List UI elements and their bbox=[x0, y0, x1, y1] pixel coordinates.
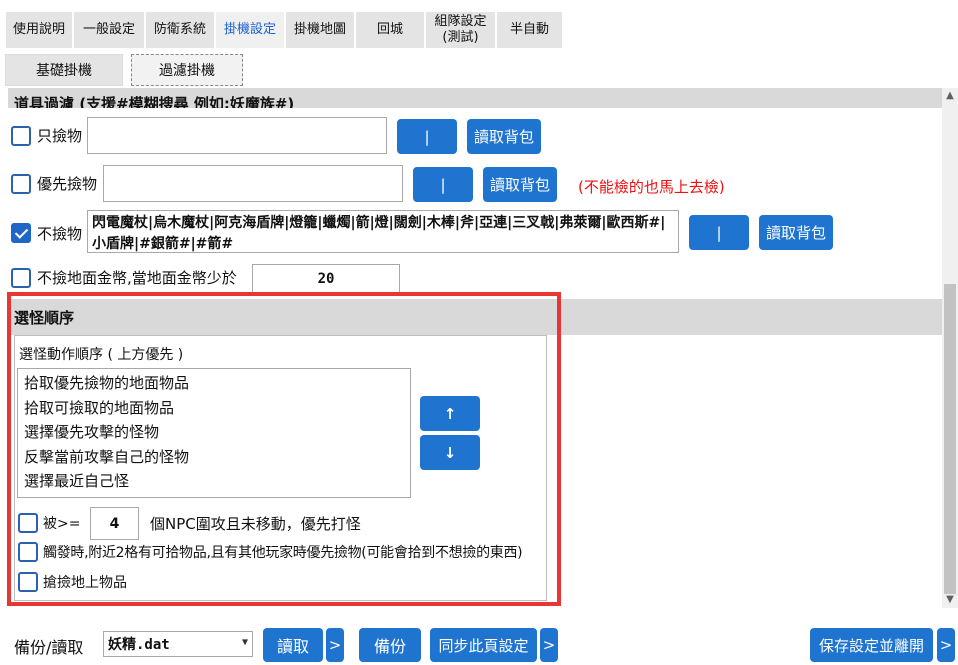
read-more-button[interactable]: > bbox=[326, 628, 344, 662]
subtab-filter-hangup[interactable]: 過濾掛機 bbox=[131, 54, 243, 86]
no-pick-label: 不撿物 bbox=[37, 225, 83, 243]
siege-priority-checkbox[interactable] bbox=[18, 513, 38, 533]
tab-hangup-settings[interactable]: 掛機設定 bbox=[216, 12, 285, 48]
no-gold-amount-input[interactable]: 20 bbox=[252, 264, 400, 294]
scroll-thumb[interactable] bbox=[944, 284, 956, 594]
tab-semi-auto[interactable]: 半自動 bbox=[497, 12, 563, 48]
settings-pane: 道具過濾 (支援#模糊搜尋 例如:妖魔族#) 只撿物 | 讀取背包 優先撿物 |… bbox=[0, 88, 958, 608]
backup-button[interactable]: 備份 bbox=[359, 628, 421, 662]
no-gold-label: 不撿地面金幣,當地面金幣少於 bbox=[37, 269, 237, 287]
config-file-select[interactable]: 妖精.dat ▼ bbox=[103, 631, 253, 657]
tab-return-town[interactable]: 回城 bbox=[356, 12, 425, 48]
siege-count-input[interactable]: 4 bbox=[90, 507, 139, 540]
tab-general[interactable]: 一般設定 bbox=[74, 12, 145, 48]
priority-pick-read-bag-button[interactable]: 讀取背包 bbox=[483, 167, 557, 202]
footer-bar: 備份/讀取 妖精.dat ▼ 讀取 > 備份 同步此頁設定 > 保存設定並離開 … bbox=[0, 618, 958, 665]
list-item[interactable]: 選擇最近自己怪 bbox=[24, 469, 404, 494]
list-item[interactable]: 拾取可撿取的地面物品 bbox=[24, 396, 404, 421]
no-pick-value: 閃電魔杖|烏木魔杖|阿克海盾牌|燈籠|蠟燭|箭|燈|闊劍|木棒|斧|亞連|三叉戟… bbox=[92, 215, 666, 252]
priority-pick-checkbox[interactable] bbox=[11, 174, 31, 194]
no-gold-checkbox[interactable] bbox=[11, 268, 31, 288]
subtab-basic-hangup[interactable]: 基礎掛機 bbox=[5, 54, 123, 86]
only-pick-checkbox[interactable] bbox=[11, 126, 31, 146]
save-more-button[interactable]: > bbox=[937, 628, 955, 662]
only-pick-separator-button[interactable]: | bbox=[397, 119, 457, 154]
grab-items-checkbox[interactable] bbox=[18, 572, 38, 592]
target-order-sublabel: 選怪動作順序 ( 上方優先 ) bbox=[19, 347, 184, 363]
sub-tab-bar: 基礎掛機 過濾掛機 bbox=[0, 50, 958, 88]
item-filter-header-text: 道具過濾 (支援#模糊搜尋 例如:妖魔族#) bbox=[14, 95, 295, 108]
trigger-pick-label: 觸發時,附近2格有可拾物品,且有其他玩家時優先撿物(可能會拾到不想撿的東西) bbox=[43, 545, 523, 561]
only-pick-read-bag-button[interactable]: 讀取背包 bbox=[467, 119, 541, 154]
priority-pick-separator-button[interactable]: | bbox=[413, 167, 473, 202]
trigger-pick-checkbox[interactable] bbox=[18, 542, 38, 562]
tab-usage[interactable]: 使用說明 bbox=[6, 12, 73, 48]
config-file-value: 妖精.dat bbox=[108, 637, 170, 653]
target-order-list[interactable]: 拾取優先撿物的地面物品 拾取可撿取的地面物品 選擇優先攻擊的怪物 反擊當前攻擊自… bbox=[17, 368, 411, 498]
item-filter-header: 道具過濾 (支援#模糊搜尋 例如:妖魔族#) bbox=[8, 88, 942, 108]
grab-items-label: 搶撿地上物品 bbox=[43, 575, 127, 591]
no-pick-input[interactable]: 閃電魔杖|烏木魔杖|阿克海盾牌|燈籠|蠟燭|箭|燈|闊劍|木棒|斧|亞連|三叉戟… bbox=[87, 210, 679, 253]
no-pick-read-bag-button[interactable]: 讀取背包 bbox=[759, 215, 833, 250]
move-up-button[interactable]: ↑ bbox=[420, 396, 480, 431]
vertical-scrollbar[interactable]: ▲ ▼ bbox=[942, 88, 958, 608]
siege-suffix-label: 個NPC圍攻且未移動，優先打怪 bbox=[150, 515, 361, 533]
siege-prefix-label: 被>= bbox=[43, 516, 81, 532]
no-pick-separator-button[interactable]: | bbox=[689, 215, 749, 250]
read-button[interactable]: 讀取 bbox=[263, 628, 323, 662]
scroll-up-icon[interactable]: ▲ bbox=[942, 88, 958, 104]
priority-pick-label: 優先撿物 bbox=[37, 175, 98, 193]
target-order-header: 選怪順序 bbox=[8, 299, 942, 335]
main-tab-bar: 使用說明 一般設定 防衛系統 掛機設定 掛機地圖 回城 組隊設定 (測試) 半自… bbox=[0, 0, 958, 50]
scroll-down-icon[interactable]: ▼ bbox=[942, 592, 958, 608]
list-item[interactable]: 選擇優先攻擊的怪物 bbox=[24, 420, 404, 445]
only-pick-label: 只撿物 bbox=[37, 127, 83, 145]
sync-page-button[interactable]: 同步此頁設定 bbox=[430, 628, 537, 662]
backup-read-label: 備份/讀取 bbox=[14, 638, 84, 657]
tab-hangup-map[interactable]: 掛機地圖 bbox=[286, 12, 355, 48]
priority-pick-input[interactable] bbox=[103, 165, 403, 202]
target-order-header-text: 選怪順序 bbox=[14, 308, 75, 327]
list-item[interactable]: 拾取優先撿物的地面物品 bbox=[24, 371, 404, 396]
save-and-exit-button[interactable]: 保存設定並離開 bbox=[810, 628, 933, 662]
priority-pick-note: (不能檢的也馬上去檢) bbox=[578, 178, 725, 196]
move-down-button[interactable]: ↓ bbox=[420, 435, 480, 470]
list-item[interactable]: 反擊當前攻擊自己的怪物 bbox=[24, 445, 404, 470]
tab-defense[interactable]: 防衛系統 bbox=[146, 12, 215, 48]
no-pick-checkbox[interactable] bbox=[11, 223, 31, 243]
only-pick-input[interactable] bbox=[87, 117, 387, 154]
sync-more-button[interactable]: > bbox=[540, 628, 558, 662]
tab-party[interactable]: 組隊設定 (測試) bbox=[426, 12, 496, 48]
chevron-down-icon: ▼ bbox=[241, 637, 248, 648]
